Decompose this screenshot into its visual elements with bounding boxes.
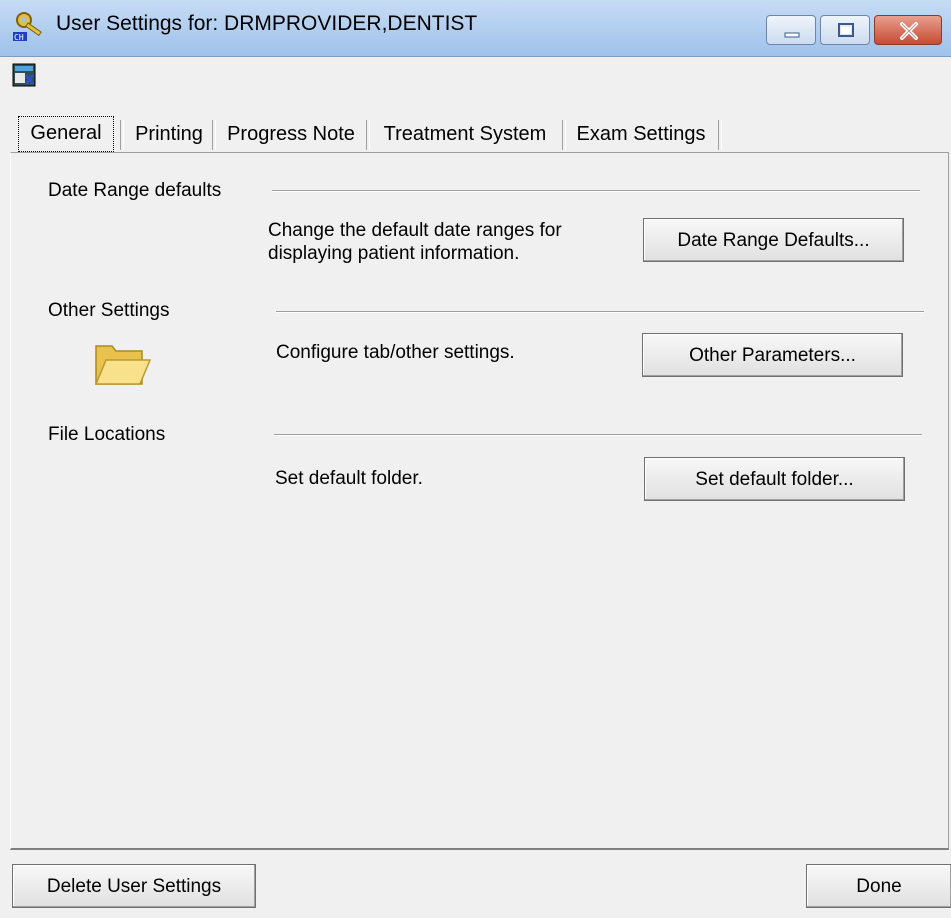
toolbar — [0, 57, 951, 105]
tab-treatment-system[interactable]: Treatment System — [372, 116, 558, 152]
other-settings-heading: Other Settings — [48, 300, 170, 321]
tab-separator — [120, 120, 124, 150]
date-range-description-line1: Change the default date ranges for — [268, 220, 562, 241]
section-divider — [274, 434, 922, 436]
tab-separator — [212, 120, 216, 150]
date-range-description-line2: displaying patient information. — [268, 243, 520, 264]
tab-separator — [562, 120, 566, 150]
report-icon[interactable] — [12, 63, 36, 87]
date-range-heading: Date Range defaults — [48, 180, 222, 201]
minimize-button[interactable] — [766, 15, 816, 45]
folder-icon — [94, 345, 152, 385]
tab-printing[interactable]: Printing — [126, 116, 212, 152]
set-default-folder-button[interactable]: Set default folder... — [644, 457, 905, 501]
minimize-icon — [784, 32, 800, 38]
maximize-button[interactable] — [820, 15, 870, 45]
keys-icon: CH — [13, 12, 42, 42]
other-parameters-button[interactable]: Other Parameters... — [642, 333, 903, 377]
maximize-icon — [838, 23, 854, 37]
delete-user-settings-button[interactable]: Delete User Settings — [12, 864, 256, 908]
window-title: User Settings for: DRMPROVIDER,DENTIST — [56, 12, 478, 35]
date-range-description: Change the default date ranges for displ… — [268, 219, 562, 265]
tab-separator — [366, 120, 370, 150]
section-divider — [276, 311, 924, 313]
tab-general[interactable]: General — [18, 116, 114, 152]
svg-text:CH: CH — [14, 33, 24, 42]
other-settings-description: Configure tab/other settings. — [276, 342, 515, 363]
close-icon — [900, 22, 918, 40]
tab-exam-settings[interactable]: Exam Settings — [568, 116, 714, 152]
date-range-defaults-button[interactable]: Date Range Defaults... — [643, 218, 904, 262]
file-locations-heading: File Locations — [48, 424, 166, 445]
file-locations-description: Set default folder. — [275, 468, 423, 489]
close-button[interactable] — [874, 15, 942, 45]
done-button[interactable]: Done — [806, 864, 951, 908]
title-bar[interactable]: CH User Settings for: DRMPROVIDER,DENTIS… — [0, 0, 951, 57]
tab-separator — [718, 120, 722, 150]
section-divider — [272, 190, 920, 192]
tab-progress-note[interactable]: Progress Note — [218, 116, 364, 152]
